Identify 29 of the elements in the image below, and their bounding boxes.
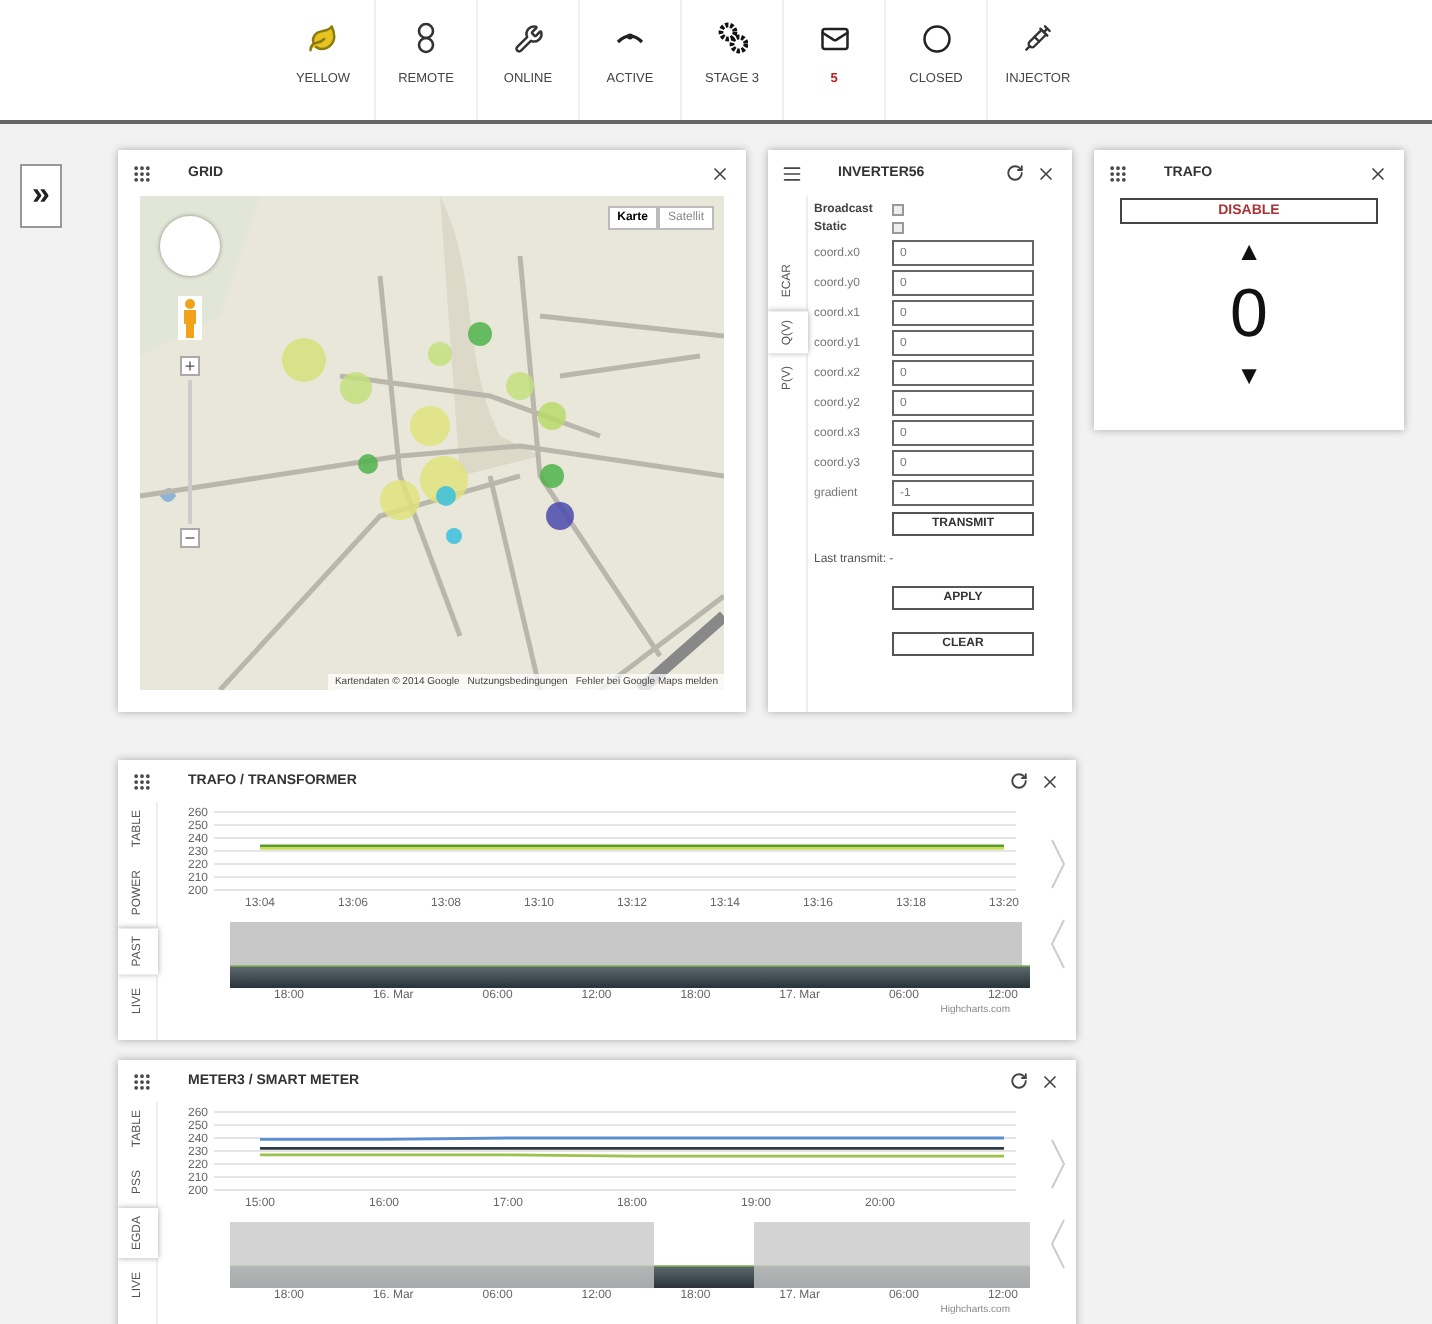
close-icon[interactable] (1036, 163, 1056, 183)
sidebar-toggle[interactable]: » (20, 164, 62, 228)
leaf-icon[interactable] (308, 23, 338, 53)
close-icon[interactable] (710, 163, 730, 183)
gears-icon[interactable] (717, 22, 747, 54)
close-icon[interactable] (1368, 163, 1388, 183)
menu-icon[interactable] (782, 163, 802, 183)
grip-icon[interactable] (132, 163, 152, 183)
increase-button[interactable]: ▲ (1236, 238, 1262, 264)
grip-icon[interactable] (132, 1071, 152, 1091)
refresh-icon[interactable] (1006, 164, 1024, 182)
syringe-icon[interactable] (1024, 24, 1052, 52)
grip-icon[interactable] (1108, 163, 1128, 183)
wrench-icon[interactable] (513, 23, 543, 53)
circle-icon[interactable] (921, 23, 951, 53)
refresh-icon[interactable] (1010, 772, 1028, 790)
zoom-out-button[interactable]: − (180, 528, 200, 548)
close-icon[interactable] (1040, 1071, 1060, 1091)
zoom-in-button[interactable]: + (180, 356, 200, 376)
mail-icon[interactable] (819, 23, 849, 53)
checkbox[interactable] (892, 203, 904, 215)
chain-icon[interactable] (416, 22, 436, 54)
checkbox[interactable] (892, 221, 904, 233)
refresh-icon[interactable] (1010, 1072, 1028, 1090)
value-display: 0 (1230, 280, 1268, 348)
decrease-button[interactable]: ▼ (1236, 362, 1262, 388)
grip-icon[interactable] (132, 771, 152, 791)
close-icon[interactable] (1040, 771, 1060, 791)
arc-icon[interactable] (616, 32, 644, 44)
